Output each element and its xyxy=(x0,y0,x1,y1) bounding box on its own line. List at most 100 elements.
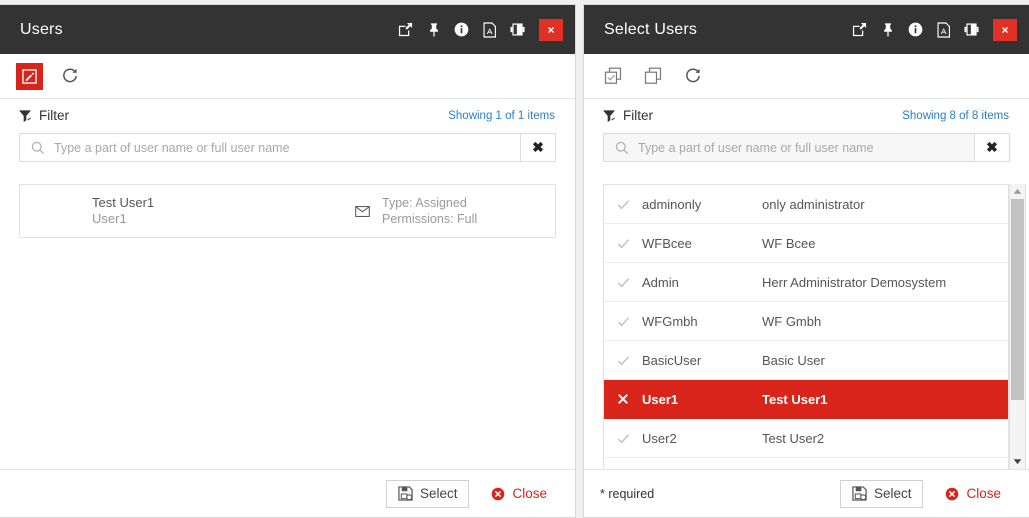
pin-icon[interactable] xyxy=(879,21,896,38)
split-view-icon[interactable] xyxy=(509,21,526,38)
search-icon xyxy=(615,141,629,155)
popout-icon[interactable] xyxy=(851,21,868,38)
cross-icon xyxy=(604,393,642,405)
left-close-button[interactable]: × xyxy=(539,18,563,41)
user-list: adminonly only administrator WFBcee WF Bcee… xyxy=(603,184,1009,469)
left-search-placeholder: Type a part of user name or full user na… xyxy=(54,140,290,155)
list-item-description: WF Bcee xyxy=(762,235,816,251)
list-item[interactable]: User2 Test User2 xyxy=(604,419,1008,458)
search-icon xyxy=(31,141,45,155)
info-icon[interactable] xyxy=(453,21,470,38)
left-search-clear-button[interactable]: ✖ xyxy=(520,134,555,161)
list-item[interactable]: BasicUser Basic User xyxy=(604,341,1008,380)
left-results-area: Test User1 User1 Type: Assigned Permissi… xyxy=(0,162,575,469)
list-item-username: User1 xyxy=(642,391,679,407)
right-close-footer-label: Close xyxy=(966,486,1001,501)
pdf-icon[interactable] xyxy=(481,21,498,38)
envelope-icon[interactable] xyxy=(342,205,382,217)
left-select-button-label: Select xyxy=(419,486,458,501)
list-item[interactable]: User1 Test User1 xyxy=(604,380,1008,419)
check-icon xyxy=(604,276,642,289)
right-search-clear-button[interactable]: ✖ xyxy=(974,134,1009,161)
check-icon xyxy=(604,432,642,445)
select-all-button[interactable] xyxy=(600,63,626,89)
right-search-input[interactable]: Type a part of user name or full user na… xyxy=(604,134,974,161)
funnel-icon xyxy=(602,109,616,123)
right-filter-label-group: Filter xyxy=(602,108,902,123)
right-results-area: adminonly only administrator WFBcee WF Bcee… xyxy=(584,162,1029,469)
left-filter-label-group: Filter xyxy=(18,108,448,123)
left-titlebar-icons: × xyxy=(397,18,575,41)
list-item[interactable]: WFGmbh WF Gmbh xyxy=(604,302,1008,341)
scrollbar-track[interactable] xyxy=(1010,199,1025,454)
user-card-display-name: Test User1 xyxy=(92,195,155,210)
check-icon xyxy=(604,198,642,211)
right-filter-label: Filter xyxy=(623,108,653,123)
left-close-footer-button[interactable]: Close xyxy=(479,480,559,508)
save-icon xyxy=(398,486,413,501)
check-icon xyxy=(604,315,642,328)
left-footer: Select Close xyxy=(0,469,575,517)
right-close-footer-button[interactable]: Close xyxy=(933,480,1013,508)
close-circle-icon xyxy=(491,487,505,501)
screen: Users × Filter Showing 1 of 1 items Type… xyxy=(0,0,1029,518)
user-card-permissions: Permissions: Full xyxy=(382,212,478,226)
left-panel-title: Users xyxy=(20,20,63,38)
list-item-description: Test User1 xyxy=(762,391,828,407)
list-item-username: WFBcee xyxy=(642,235,692,251)
right-select-button[interactable]: Select xyxy=(839,479,924,508)
user-card-type: Type: Assigned xyxy=(382,196,467,210)
close-circle-icon xyxy=(945,487,959,501)
left-showing-count[interactable]: Showing 1 of 1 items xyxy=(448,110,555,122)
check-icon xyxy=(604,237,642,250)
list-item[interactable]: adminonly only administrator xyxy=(604,185,1008,224)
left-action-toolbar xyxy=(0,54,575,99)
user-card-names: Test User1 User1 xyxy=(92,195,342,227)
pdf-icon[interactable] xyxy=(935,21,952,38)
user-list-scrollbar[interactable] xyxy=(1009,184,1026,469)
left-select-button[interactable]: Select xyxy=(385,479,470,508)
user-card-meta: Type: Assigned Permissions: Full xyxy=(382,195,477,227)
list-item-username: User2 xyxy=(642,430,677,446)
list-item-description: Basic User xyxy=(762,352,825,368)
list-item-description: only administrator xyxy=(762,196,865,212)
info-icon[interactable] xyxy=(907,21,924,38)
popout-icon[interactable] xyxy=(397,21,414,38)
users-panel: Users × Filter Showing 1 of 1 items Type… xyxy=(0,4,576,518)
select-users-panel: Select Users × Filter Showing 8 of 8 ite… xyxy=(583,4,1029,518)
required-note: * required xyxy=(600,486,655,501)
list-item-username: WFGmbh xyxy=(642,313,698,329)
right-showing-count[interactable]: Showing 8 of 8 items xyxy=(902,110,1009,122)
split-view-icon[interactable] xyxy=(963,21,980,38)
check-icon xyxy=(604,354,642,367)
list-item-username: adminonly xyxy=(642,196,702,212)
scrollbar-thumb[interactable] xyxy=(1011,199,1024,401)
list-item[interactable]: Admin Herr Administrator Demosystem xyxy=(604,263,1008,302)
save-icon xyxy=(852,486,867,501)
deselect-all-button[interactable] xyxy=(640,63,666,89)
user-card[interactable]: Test User1 User1 Type: Assigned Permissi… xyxy=(19,184,556,238)
refresh-button[interactable] xyxy=(57,63,83,89)
user-card-login: User1 xyxy=(92,211,127,226)
list-item[interactable]: WFBcee WF Bcee xyxy=(604,224,1008,263)
edit-button[interactable] xyxy=(16,62,43,90)
pin-icon[interactable] xyxy=(425,21,442,38)
scroll-up-icon[interactable] xyxy=(1010,184,1025,199)
left-search-box: Type a part of user name or full user na… xyxy=(19,133,556,162)
refresh-button[interactable] xyxy=(680,63,706,89)
right-select-button-label: Select xyxy=(873,486,912,501)
right-footer: * required Select Close xyxy=(584,469,1029,517)
left-search-input[interactable]: Type a part of user name or full user na… xyxy=(20,134,520,161)
left-filter-row: Filter Showing 1 of 1 items xyxy=(0,99,575,125)
list-item-description: Test User2 xyxy=(762,430,825,446)
right-search-placeholder: Type a part of user name or full user na… xyxy=(638,140,874,155)
right-filter-row: Filter Showing 8 of 8 items xyxy=(584,99,1029,125)
list-item-description: WF Gmbh xyxy=(762,313,822,329)
list-item-username: Admin xyxy=(642,274,679,290)
left-titlebar: Users × xyxy=(0,5,575,54)
scroll-down-icon[interactable] xyxy=(1010,454,1025,469)
right-close-button[interactable]: × xyxy=(993,18,1017,41)
right-search-box: Type a part of user name or full user na… xyxy=(603,133,1010,162)
list-item-username: BasicUser xyxy=(642,352,702,368)
right-panel-title: Select Users xyxy=(604,20,698,38)
